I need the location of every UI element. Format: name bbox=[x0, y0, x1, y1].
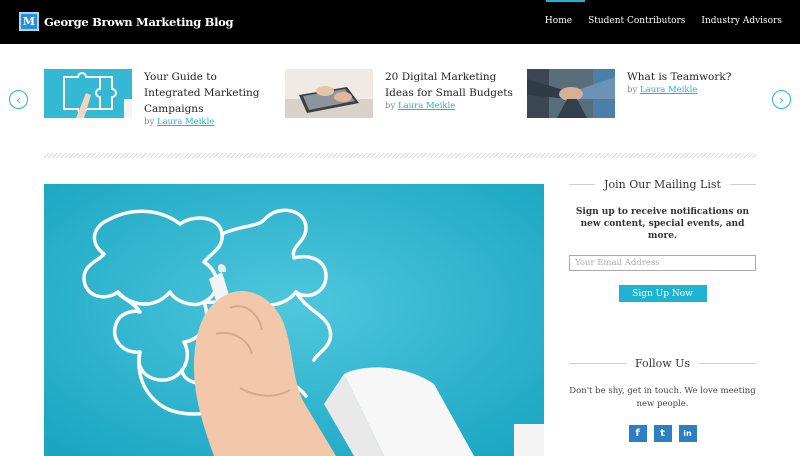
sign-up-button[interactable]: Sign Up Now bbox=[618, 285, 707, 302]
thumbnail-laptop[interactable] bbox=[285, 69, 373, 118]
thumbnail-puzzle[interactable] bbox=[44, 69, 132, 118]
byline-prefix: by bbox=[627, 85, 638, 95]
logo-mark: M bbox=[19, 12, 39, 31]
top-navbar: M George Brown Marketing Blog Home Stude… bbox=[0, 0, 800, 44]
carousel-item-title[interactable]: What is Teamwork? bbox=[627, 69, 731, 85]
social-links: f t in bbox=[569, 425, 756, 442]
mailing-list-title: Join Our Mailing List bbox=[604, 178, 721, 191]
author-link[interactable]: Laura Meikle bbox=[157, 117, 214, 127]
nav-active-indicator bbox=[546, 0, 585, 2]
carousel-item-title[interactable]: Your Guide to Integrated Marketing Campa… bbox=[144, 69, 264, 117]
mailing-list-heading: Join Our Mailing List bbox=[569, 178, 756, 191]
sidebar: Join Our Mailing List Sign up to receive… bbox=[569, 178, 757, 442]
facebook-icon[interactable]: f bbox=[628, 425, 647, 442]
follow-us-heading: Follow Us bbox=[569, 357, 757, 370]
heading-rule bbox=[729, 184, 756, 185]
chevron-right-icon[interactable]: › bbox=[772, 90, 791, 109]
thumbnail-teamwork[interactable] bbox=[527, 69, 615, 118]
nav-industry-advisors[interactable]: Industry Advisors bbox=[701, 16, 782, 26]
carousel-item[interactable]: What is Teamwork? by Laura Meikle bbox=[527, 69, 757, 127]
featured-post-image[interactable] bbox=[44, 184, 544, 456]
byline-prefix: by bbox=[385, 101, 396, 111]
mailing-list-description: Sign up to receive notifications on new … bbox=[575, 207, 750, 241]
follow-us-title: Follow Us bbox=[634, 357, 691, 370]
carousel-item-byline: by Laura Meikle bbox=[385, 101, 515, 111]
follow-us-description: Don't be shy, get in touch. We love meet… bbox=[569, 386, 756, 409]
carousel-item[interactable]: 20 Digital Marketing Ideas for Small Bud… bbox=[285, 69, 515, 127]
linkedin-icon[interactable]: in bbox=[678, 425, 697, 442]
logo-letter: M bbox=[22, 15, 36, 28]
author-link[interactable]: Laura Meikle bbox=[640, 85, 697, 95]
follow-us-section: Follow Us Don't be shy, get in touch. We… bbox=[569, 357, 757, 442]
carousel-item-byline: by Laura Meikle bbox=[627, 85, 731, 95]
carousel-item[interactable]: Your Guide to Integrated Marketing Campa… bbox=[44, 69, 264, 127]
heading-rule bbox=[569, 363, 626, 364]
featured-carousel: ‹ Your Guide to Integrated Marketing Cam… bbox=[0, 66, 800, 130]
main-nav: Home Student Contributors Industry Advis… bbox=[529, 16, 782, 26]
chevron-left-icon[interactable]: ‹ bbox=[9, 90, 28, 109]
author-link[interactable]: Laura Meikle bbox=[398, 101, 455, 111]
nav-student-contributors[interactable]: Student Contributors bbox=[588, 16, 685, 26]
heading-rule bbox=[699, 363, 757, 364]
section-divider bbox=[44, 153, 756, 158]
carousel-item-byline: by Laura Meikle bbox=[144, 117, 264, 127]
email-field[interactable] bbox=[569, 255, 756, 271]
carousel-item-title[interactable]: 20 Digital Marketing Ideas for Small Bud… bbox=[385, 69, 515, 101]
site-logo[interactable]: M George Brown Marketing Blog bbox=[19, 12, 234, 31]
nav-home[interactable]: Home bbox=[545, 16, 572, 26]
byline-prefix: by bbox=[144, 117, 155, 127]
heading-rule bbox=[569, 184, 596, 185]
site-title: George Brown Marketing Blog bbox=[44, 14, 234, 29]
twitter-icon[interactable]: t bbox=[653, 425, 672, 442]
